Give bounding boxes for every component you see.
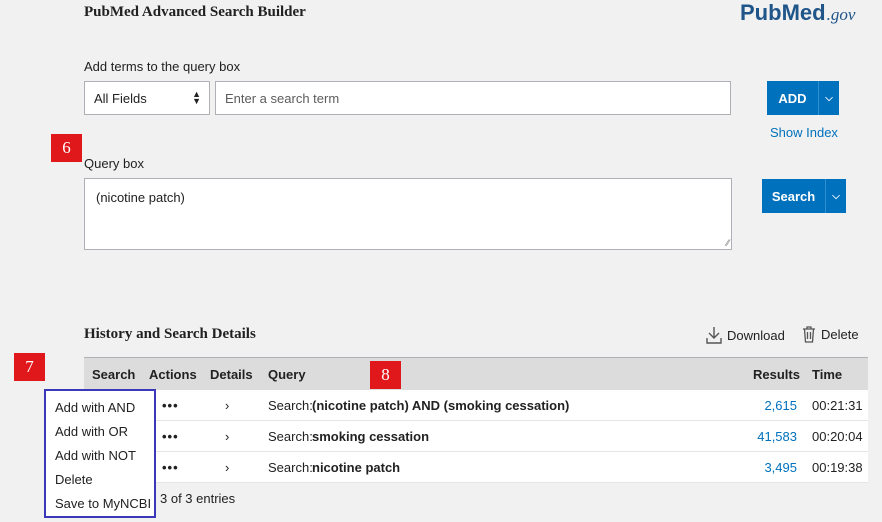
entries-count: 3 of 3 entries bbox=[160, 491, 236, 506]
pubmed-logo[interactable]: Pub Med .gov bbox=[740, 0, 855, 28]
menu-item-delete[interactable]: Delete bbox=[55, 472, 93, 487]
results-link[interactable]: 41,583 bbox=[737, 429, 797, 444]
query-prefix: Search: bbox=[268, 398, 313, 413]
col-actions: Actions bbox=[149, 367, 197, 382]
marker-7: 7 bbox=[14, 353, 45, 381]
query-box-label: Query box bbox=[84, 156, 144, 171]
actions-context-menu: Add with AND Add with OR Add with NOT De… bbox=[44, 389, 156, 518]
trash-icon bbox=[803, 326, 815, 343]
table-row: ••• › Search: nicotine patch 3,495 00:19… bbox=[84, 452, 868, 483]
col-results: Results bbox=[753, 367, 800, 382]
download-icon bbox=[706, 327, 722, 344]
query-box[interactable]: (nicotine patch) ⃫ bbox=[84, 178, 732, 250]
time-text: 00:19:38 bbox=[812, 460, 863, 475]
col-search[interactable]: Search bbox=[92, 367, 135, 382]
show-index-link[interactable]: Show Index bbox=[770, 125, 838, 140]
col-query: Query bbox=[268, 367, 306, 382]
search-term-input[interactable] bbox=[215, 81, 731, 115]
time-text: 00:21:31 bbox=[812, 398, 863, 413]
actions-menu-button[interactable]: ••• bbox=[162, 460, 179, 475]
marker-6: 6 bbox=[51, 134, 82, 162]
field-select[interactable]: All Fields ▲ ▼ bbox=[84, 81, 210, 115]
query-text: smoking cessation bbox=[312, 429, 430, 444]
chevron-down-icon[interactable]: ⌵ bbox=[825, 179, 846, 213]
results-link[interactable]: 2,615 bbox=[737, 398, 797, 413]
query-text: nicotine patch bbox=[312, 460, 401, 475]
actions-menu-button[interactable]: ••• bbox=[162, 398, 179, 413]
details-chevron-icon[interactable]: › bbox=[225, 460, 229, 475]
menu-item-add-not[interactable]: Add with NOT bbox=[55, 448, 136, 463]
history-title: History and Search Details bbox=[84, 326, 256, 342]
actions-menu-button[interactable]: ••• bbox=[162, 429, 179, 444]
field-select-value: All Fields bbox=[94, 90, 147, 106]
add-button[interactable]: ADD ⌵ bbox=[767, 81, 839, 115]
results-link[interactable]: 3,495 bbox=[737, 460, 797, 475]
history-table: Search Actions Details Query Results Tim… bbox=[84, 357, 868, 483]
menu-item-save-myncbi[interactable]: Save to MyNCBI bbox=[55, 496, 151, 511]
col-details: Details bbox=[210, 367, 253, 382]
query-text: (nicotine patch) AND (smoking cessation) bbox=[312, 398, 570, 413]
menu-item-add-and[interactable]: Add with AND bbox=[55, 400, 135, 415]
chevron-down-icon[interactable]: ⌵ bbox=[818, 81, 839, 115]
page-title: PubMed Advanced Search Builder bbox=[84, 4, 306, 20]
details-chevron-icon[interactable]: › bbox=[225, 429, 229, 444]
sort-arrows-icon: ▲ ▼ bbox=[192, 89, 201, 106]
marker-8: 8 bbox=[370, 361, 401, 389]
table-header: Search Actions Details Query Results Tim… bbox=[84, 357, 868, 390]
table-row: ••• › Search: smoking cessation 41,583 0… bbox=[84, 421, 868, 452]
download-button[interactable]: Download bbox=[706, 326, 785, 344]
query-prefix: Search: bbox=[268, 429, 313, 444]
query-box-text: (nicotine patch) bbox=[96, 190, 185, 205]
add-terms-label: Add terms to the query box bbox=[84, 59, 241, 74]
menu-item-add-or[interactable]: Add with OR bbox=[55, 424, 128, 439]
search-button[interactable]: Search ⌵ bbox=[762, 179, 846, 213]
table-row: ••• › Search: (nicotine patch) AND (smok… bbox=[84, 390, 868, 421]
details-chevron-icon[interactable]: › bbox=[225, 398, 229, 413]
time-text: 00:20:04 bbox=[812, 429, 863, 444]
query-prefix: Search: bbox=[268, 460, 313, 475]
col-time: Time bbox=[812, 367, 843, 382]
delete-history-button[interactable]: Delete bbox=[802, 326, 859, 343]
